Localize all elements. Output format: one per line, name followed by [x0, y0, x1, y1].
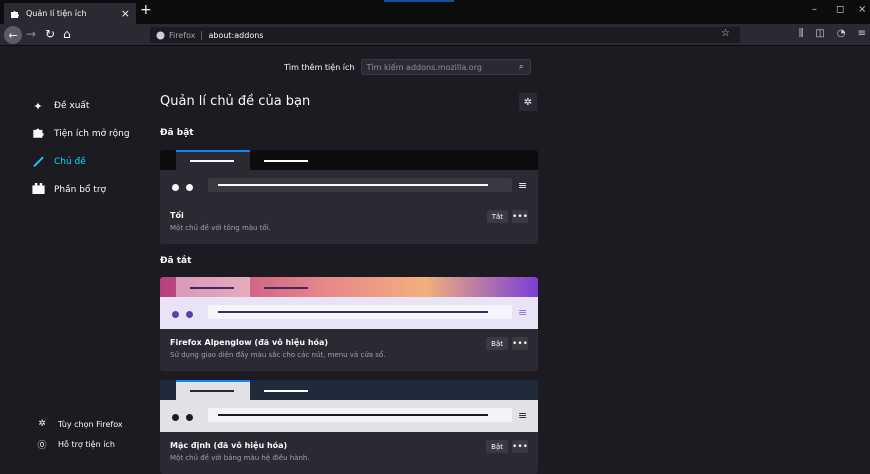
forward-arrow-icon[interactable]: → [26, 27, 36, 41]
library-icon[interactable]: ⫼ [799, 28, 804, 39]
more-options-button[interactable]: ••• [512, 440, 528, 453]
url-bar[interactable]: Firefox about:addons ☆ [150, 27, 740, 43]
sidebar-item-label: Chủ đề [54, 157, 86, 167]
enable-button[interactable]: Bật [486, 337, 508, 350]
theme-name: Firefox Alpenglow (đã vô hiệu hóa) [170, 338, 329, 347]
tools-menu-button[interactable]: ✲ [519, 93, 537, 111]
more-options-button[interactable]: ••• [512, 210, 528, 223]
theme-info: Firefox Alpenglow (đã vô hiệu hóa) Sử dụ… [160, 329, 538, 371]
firefox-logo-icon [156, 31, 165, 39]
sidebar-item-recommendations[interactable]: ✦ Đề xuất [30, 92, 130, 120]
browser-tab[interactable]: Quản lí tiện ích × [4, 3, 136, 24]
theme-name: Mặc định (đã vô hiệu hóa) [170, 441, 288, 450]
navigation-bar: ← → ↻ ⌂ Firefox about:addons ☆ ⫼ ◫ ◔ ≡ [0, 24, 870, 46]
sidebar-item-label: Đề xuất [54, 101, 90, 111]
recommendations-icon: ✦ [33, 99, 43, 113]
new-tab-button[interactable]: + [140, 2, 152, 18]
theme-card-dark[interactable]: ≡ Tối Một chủ đề với tông màu tối. Tắt •… [160, 150, 538, 244]
menu-icon[interactable]: ≡ [858, 28, 866, 39]
close-window-button[interactable]: × [858, 4, 866, 15]
sidebar-footer: ✲ Tùy chọn Firefox ⓪ Hỗ trợ tiện ích [34, 414, 123, 454]
category-sidebar: ✦ Đề xuất Tiện ích mở rộng Chủ đề Phần b… [30, 92, 130, 204]
sidebar-item-plugins[interactable]: Phần bổ trợ [30, 176, 130, 204]
firefox-options-label: Tùy chọn Firefox [58, 419, 123, 429]
tab-strip-highlight [384, 0, 454, 2]
firefox-options-link[interactable]: ✲ Tùy chọn Firefox [34, 414, 123, 434]
theme-card-default[interactable]: ≡ Mặc định (đã vô hiệu hóa) Một chủ đề v… [160, 380, 538, 474]
gear-icon: ✲ [523, 96, 533, 108]
sidebar-item-label: Tiện ích mở rộng [54, 129, 130, 139]
theme-description: Một chủ đề với bảng màu hệ điều hành. [170, 454, 310, 462]
theme-card-alpenglow[interactable]: ≡ Firefox Alpenglow (đã vô hiệu hóa) Sử … [160, 277, 538, 371]
account-icon[interactable]: ◔ [837, 28, 846, 39]
theme-name: Tối [170, 211, 184, 220]
theme-info: Tối Một chủ đề với tông màu tối. Tắt ••• [160, 202, 538, 244]
help-icon: ⓪ [37, 440, 47, 451]
reload-icon[interactable]: ↻ [45, 27, 55, 41]
tab-close-icon[interactable]: × [121, 7, 130, 20]
gear-icon: ✲ [38, 419, 46, 429]
enabled-section-heading: Đã bật [160, 128, 194, 138]
disable-button[interactable]: Tắt [486, 210, 508, 223]
url-identity-label: Firefox [169, 30, 196, 40]
url-separator [201, 30, 203, 40]
sidebar-item-themes[interactable]: Chủ đề [30, 148, 130, 176]
find-more-label: Tìm thêm tiện ích [284, 62, 355, 72]
theme-info: Mặc định (đã vô hiệu hóa) Một chủ đề với… [160, 432, 538, 474]
extensions-icon [30, 126, 46, 142]
sidebar-item-label: Phần bổ trợ [54, 185, 107, 195]
theme-preview: ≡ [160, 277, 538, 329]
home-icon[interactable]: ⌂ [63, 27, 71, 41]
plugins-icon [30, 183, 46, 197]
addons-support-label: Hỗ trợ tiện ích [58, 439, 115, 449]
toolbar-icons: ⫼ ◫ ◔ ≡ [799, 28, 866, 39]
bookmark-star-icon[interactable]: ☆ [721, 28, 730, 39]
sidebar-icon[interactable]: ◫ [815, 28, 824, 39]
maximize-button[interactable]: ◻ [836, 4, 844, 15]
theme-preview: ≡ [160, 380, 538, 432]
minimize-button[interactable]: – [812, 4, 817, 15]
back-button[interactable]: ← [4, 26, 22, 44]
back-arrow-icon: ← [8, 28, 18, 42]
disabled-section-heading: Đã tắt [160, 256, 192, 266]
search-icon: ⌕ [519, 62, 524, 71]
theme-preview: ≡ [160, 150, 538, 202]
search-placeholder: Tìm kiếm addons.mozilla.org [366, 62, 482, 72]
themes-icon [30, 154, 46, 170]
theme-description: Một chủ đề với tông màu tối. [170, 224, 271, 232]
puzzle-icon [11, 10, 19, 18]
tab-title: Quản lí tiện ích [26, 9, 87, 18]
tab-strip: Quản lí tiện ích × + – ◻ × [0, 0, 870, 24]
find-more-addons: Tìm thêm tiện ích Tìm kiếm addons.mozill… [284, 59, 531, 75]
search-input[interactable]: Tìm kiếm addons.mozilla.org ⌕ [360, 59, 531, 75]
theme-description: Sử dụng giao diện đầy màu sắc cho các nú… [170, 351, 386, 359]
url-text: about:addons [208, 30, 264, 40]
enable-button[interactable]: Bật [486, 440, 508, 453]
sidebar-item-extensions[interactable]: Tiện ích mở rộng [30, 120, 130, 148]
more-options-button[interactable]: ••• [512, 337, 528, 350]
addons-support-link[interactable]: ⓪ Hỗ trợ tiện ích [34, 434, 123, 454]
page-title: Quản lí chủ đề của bạn [160, 94, 311, 109]
